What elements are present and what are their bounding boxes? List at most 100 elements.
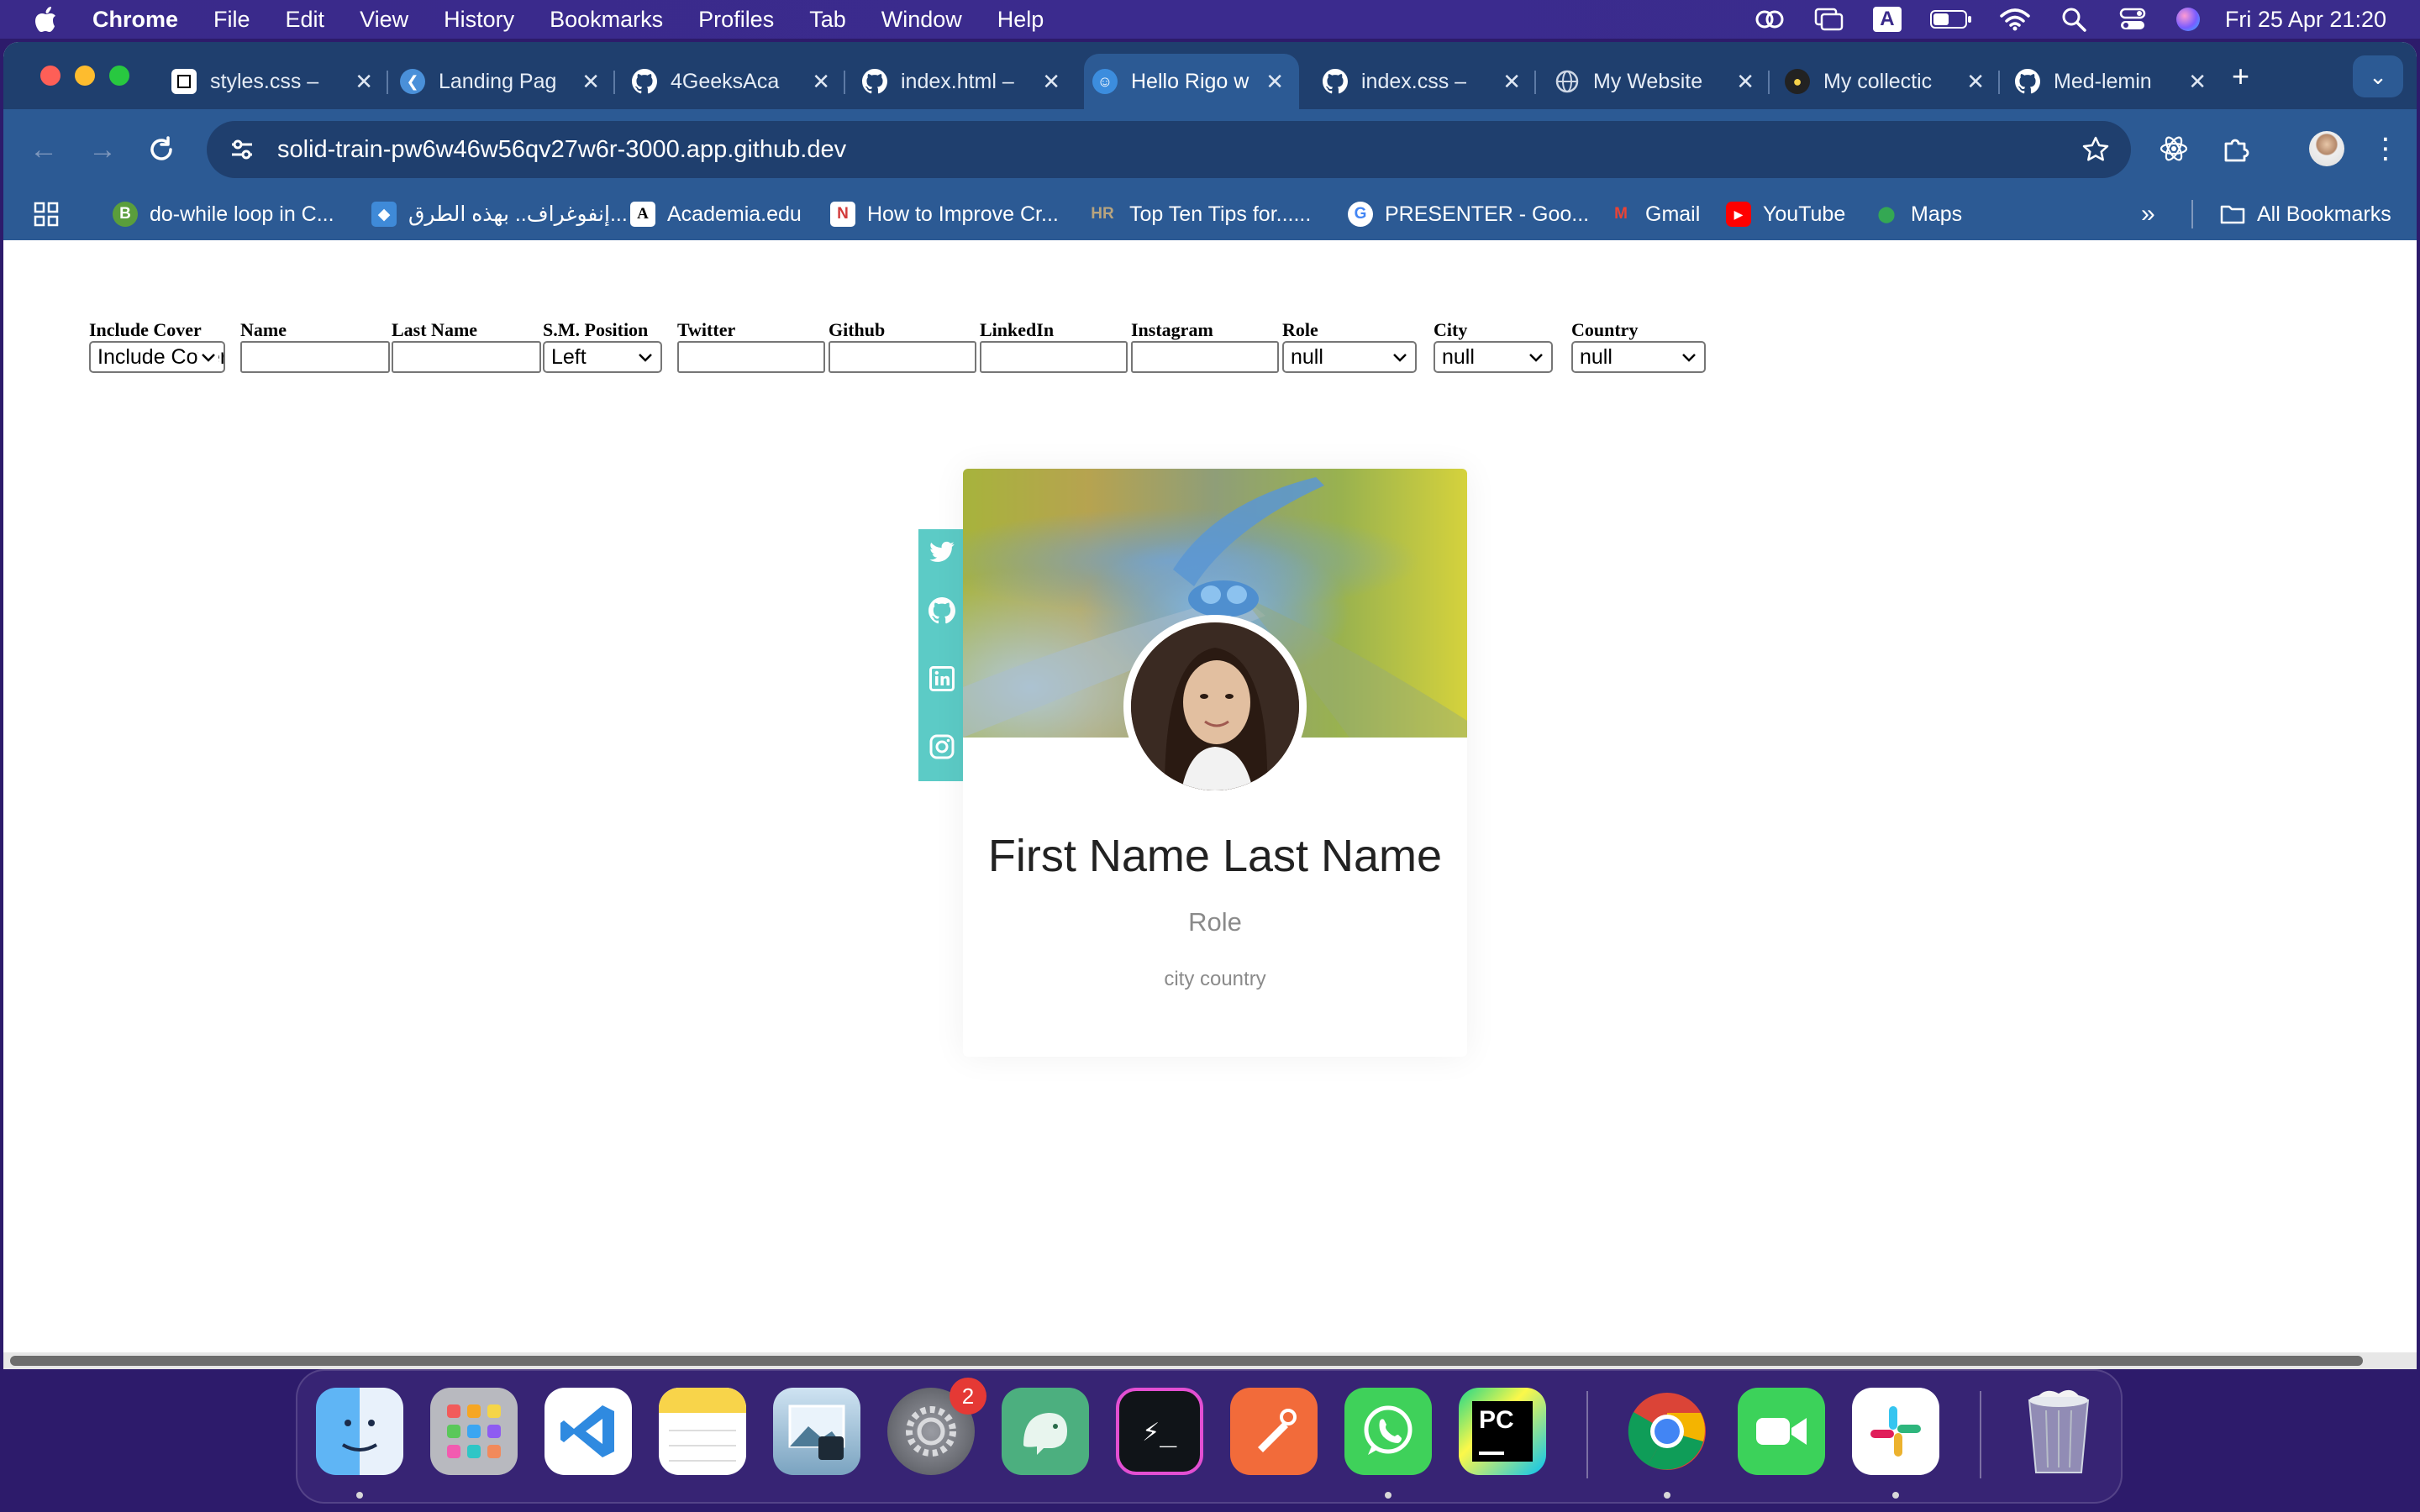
close-tab-icon[interactable]: ✕ xyxy=(1736,69,1754,95)
creative-cloud-icon[interactable] xyxy=(1753,5,1786,34)
whatsapp-icon[interactable] xyxy=(1344,1388,1432,1475)
screen-mirroring-icon[interactable] xyxy=(1812,5,1845,34)
menu-profiles[interactable]: Profiles xyxy=(698,7,774,33)
close-tab-icon[interactable]: ✕ xyxy=(355,69,373,95)
linkedin-icon[interactable] xyxy=(918,644,965,712)
bookmark-top-ten-tips[interactable]: HR Top Ten Tips for...... xyxy=(1087,198,1311,230)
vscode-icon[interactable] xyxy=(544,1388,632,1475)
all-bookmarks-button[interactable]: All Bookmarks xyxy=(2220,198,2391,230)
wifi-icon[interactable] xyxy=(1998,5,2032,34)
close-tab-icon[interactable]: ✕ xyxy=(1502,69,1521,95)
tab-4geeks[interactable]: 4GeeksAca ✕ xyxy=(623,54,845,109)
close-window-button[interactable] xyxy=(40,66,60,86)
close-tab-icon[interactable]: ✕ xyxy=(1265,69,1284,95)
bookmark-maps[interactable]: ⬤ Maps xyxy=(1874,198,1962,230)
linkedin-input[interactable] xyxy=(980,341,1128,373)
extensions-icon[interactable] xyxy=(2217,129,2255,168)
menu-app-name[interactable]: Chrome xyxy=(92,7,178,33)
pycharm-icon[interactable]: PC xyxy=(1459,1388,1546,1475)
bookmark-youtube[interactable]: ▶ YouTube xyxy=(1726,198,1845,230)
twitter-icon[interactable] xyxy=(918,529,965,576)
react-devtools-icon[interactable] xyxy=(2154,129,2193,168)
tab-my-website[interactable]: My Website ✕ xyxy=(1546,54,1770,109)
twitter-input[interactable] xyxy=(677,341,825,373)
tab-landing-page[interactable]: ❮ Landing Pag ✕ xyxy=(392,54,615,109)
control-center-icon[interactable] xyxy=(2116,5,2149,34)
tab-index-css[interactable]: index.css – ✕ xyxy=(1314,54,1536,109)
menu-bookmarks[interactable]: Bookmarks xyxy=(550,7,663,33)
menu-view[interactable]: View xyxy=(360,7,408,33)
close-tab-icon[interactable]: ✕ xyxy=(2188,69,2207,95)
trash-icon[interactable] xyxy=(2015,1388,2102,1475)
tab-hello-rigo[interactable]: ☺ Hello Rigo w ✕ xyxy=(1084,54,1299,109)
last-name-input[interactable] xyxy=(392,341,541,373)
reload-button[interactable] xyxy=(143,131,180,168)
profile-avatar[interactable] xyxy=(2307,129,2346,168)
menu-tab[interactable]: Tab xyxy=(809,7,846,33)
bookmark-infographic[interactable]: ◆ إنفوغراف.. بهذه الطرق... xyxy=(371,198,628,230)
dbngin-icon[interactable] xyxy=(1002,1388,1089,1475)
tab-search-button[interactable]: ⌄ xyxy=(2353,55,2403,97)
role-select[interactable]: null xyxy=(1282,341,1417,373)
close-tab-icon[interactable]: ✕ xyxy=(812,69,830,95)
bookmark-how-to-improve[interactable]: N How to Improve Cr... xyxy=(830,198,1059,230)
include-cover-label: Include Cover xyxy=(89,319,202,340)
slack-icon[interactable] xyxy=(1852,1388,1939,1475)
tab-med-lemin[interactable]: Med-lemin ✕ xyxy=(2007,54,2222,109)
minimize-window-button[interactable] xyxy=(75,66,95,86)
apple-menu-icon[interactable] xyxy=(34,5,59,34)
input-source-icon[interactable]: A xyxy=(1870,5,1904,34)
address-bar[interactable]: solid-train-pw6w46w56qv27w6r-3000.app.gi… xyxy=(207,121,2131,178)
github-input[interactable] xyxy=(829,341,976,373)
bookmark-academia[interactable]: A Academia.edu xyxy=(630,198,802,230)
bookmark-presenter[interactable]: G PRESENTER - Goo... xyxy=(1348,198,1589,230)
bookmark-gmail[interactable]: M Gmail xyxy=(1608,198,1700,230)
tab-index-html[interactable]: index.html – ✕ xyxy=(854,54,1076,109)
battery-icon[interactable] xyxy=(1929,5,1973,34)
close-tab-icon[interactable]: ✕ xyxy=(1966,69,1985,95)
close-tab-icon[interactable]: ✕ xyxy=(1042,69,1060,95)
name-input[interactable] xyxy=(240,341,390,373)
apps-grid-icon[interactable] xyxy=(34,198,59,230)
browser-toolbar: ← → solid-train-pw6w46w56qv27w6r-3000.ap… xyxy=(3,109,2417,188)
menu-history[interactable]: History xyxy=(444,7,514,33)
tab-my-collection[interactable]: ● My collectic ✕ xyxy=(1776,54,2000,109)
iterm-icon[interactable]: ⚡_ xyxy=(1116,1388,1203,1475)
chrome-menu-icon[interactable]: ⋮ xyxy=(2366,129,2405,168)
menu-window[interactable]: Window xyxy=(881,7,962,33)
close-tab-icon[interactable]: ✕ xyxy=(581,69,600,95)
new-tab-button[interactable]: + xyxy=(2232,61,2249,92)
tab-styles-css[interactable]: styles.css – ✕ xyxy=(163,54,388,109)
forward-button[interactable]: → xyxy=(84,131,121,168)
zoom-window-button[interactable] xyxy=(109,66,129,86)
menu-help[interactable]: Help xyxy=(997,7,1044,33)
facetime-icon[interactable] xyxy=(1738,1388,1825,1475)
scrollbar-thumb[interactable] xyxy=(10,1356,2363,1366)
finder-icon[interactable] xyxy=(316,1388,403,1475)
country-select[interactable]: null xyxy=(1571,341,1706,373)
menu-edit[interactable]: Edit xyxy=(286,7,325,33)
city-select[interactable]: null xyxy=(1434,341,1553,373)
siri-icon[interactable] xyxy=(2175,5,2202,34)
menu-file[interactable]: File xyxy=(213,7,250,33)
horizontal-scrollbar[interactable] xyxy=(3,1352,2417,1369)
instagram-icon[interactable] xyxy=(918,712,965,780)
more-bookmarks-chevron-icon[interactable]: » xyxy=(2141,198,2155,230)
github-icon[interactable] xyxy=(918,576,965,644)
preview-icon[interactable] xyxy=(773,1388,860,1475)
site-info-icon[interactable] xyxy=(225,133,259,166)
sm-position-select[interactable]: Left xyxy=(543,341,662,373)
menubar-clock[interactable]: Fri 25 Apr 21:20 xyxy=(2225,7,2386,33)
bookmark-star-icon[interactable] xyxy=(2079,133,2112,166)
back-button[interactable]: ← xyxy=(25,131,62,168)
bookmark-do-while[interactable]: B do-while loop in C... xyxy=(113,198,334,230)
spotlight-search-icon[interactable] xyxy=(2057,5,2091,34)
url-text[interactable]: solid-train-pw6w46w56qv27w6r-3000.app.gi… xyxy=(277,136,846,164)
instagram-input[interactable] xyxy=(1131,341,1279,373)
notes-icon[interactable] xyxy=(659,1388,746,1475)
include-cover-select[interactable]: Include Cover xyxy=(89,341,225,373)
chrome-icon[interactable] xyxy=(1623,1388,1711,1475)
postman-icon[interactable] xyxy=(1230,1388,1318,1475)
launchpad-icon[interactable] xyxy=(430,1388,518,1475)
running-indicator xyxy=(1385,1492,1392,1499)
